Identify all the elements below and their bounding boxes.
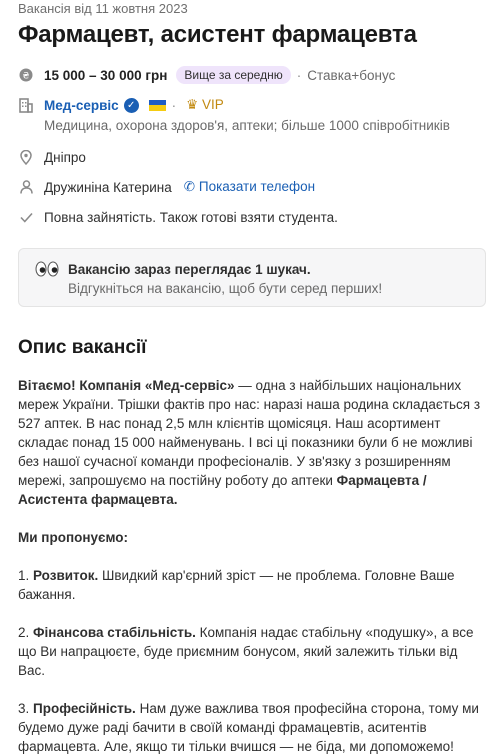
company-name-link[interactable]: Мед-сервіс [44,98,119,113]
offer-item: 3. Професійність. Нам дуже важлива твоя … [18,699,488,756]
ukraine-flag-icon [148,99,166,111]
offer-item-number: 2. [18,625,34,640]
show-phone-label: Показати телефон [198,179,316,194]
crown-icon: ♛ [186,97,199,112]
employment-row: Повна зайнятість. Також готові взяти сту… [18,207,486,227]
company-row: Мед-сервіс ✓ · ♛ VIP [18,95,486,115]
svg-text:₴: ₴ [23,72,30,82]
intro-bold: Вітаємо! Компанія «Мед-сервіс» [18,378,235,393]
vip-text: VIP [202,97,224,112]
salary-row: ₴ 15 000 – 30 000 грн Вище за середню · … [18,65,486,85]
vip-label: ♛ VIP [186,97,224,113]
offer-item-number: 3. [18,701,34,716]
posted-date: Вакансія від 11 жовтня 2023 [18,1,188,16]
location-pin-icon [18,149,34,165]
offer-item-number: 1. [18,568,34,583]
eyes-icon [35,261,59,294]
separator-dot: · [296,67,302,83]
checkmark-icon [18,212,34,223]
intro-paragraph: Вітаємо! Компанія «Мед-сервіс» — одна з … [18,376,488,509]
company-details: Медицина, охорона здоров'я, аптеки; біль… [44,118,450,133]
employment-text: Повна зайнятість. Також готові взяти сту… [44,209,338,225]
salary-extra: Ставка+бонус [307,67,396,83]
city-text: Дніпро [44,149,86,165]
offer-item-title: Фінансова стабільність. [33,625,196,640]
page-title: Фармацевт, асистент фармацевта [18,21,417,48]
contact-row: Дружиніна Катерина ✆ Показати телефон [18,177,486,197]
offer-item-title: Розвиток. [33,568,99,583]
viewers-notice: Вакансію зараз переглядає 1 шукач. Відгу… [18,248,486,307]
verified-check-icon: ✓ [123,97,139,113]
phone-icon: ✆ [183,179,196,194]
offer-item: 2. Фінансова стабільність. Компанія нада… [18,623,488,680]
notice-title: Вакансію зараз переглядає 1 шукач. [68,262,311,277]
contact-name: Дружиніна Катерина [44,179,172,195]
offer-heading-text: Ми пропонуємо: [18,530,129,545]
description-body: Вітаємо! Компанія «Мед-сервіс» — одна з … [18,376,488,756]
description-heading: Опис вакансії [18,337,147,358]
intro-text: — одна з найбільших національних мереж У… [18,378,481,488]
salary-badge: Вище за середню [176,66,291,84]
offer-item: 1. Розвиток. Швидкий кар'єрний зріст — н… [18,566,488,604]
person-icon [18,180,34,194]
show-phone-link[interactable]: ✆ Показати телефон [184,179,315,195]
offer-item-title: Професійність. [33,701,136,716]
notice-subtitle: Відгукніться на вакансію, щоб бути серед… [68,281,383,296]
offer-heading: Ми пропонуємо: [18,528,488,547]
salary-coin-icon: ₴ [18,68,34,82]
separator-dot: · [171,97,177,113]
city-row: Дніпро [18,147,486,167]
salary-amount: 15 000 – 30 000 грн [44,67,168,83]
building-icon [18,97,34,113]
